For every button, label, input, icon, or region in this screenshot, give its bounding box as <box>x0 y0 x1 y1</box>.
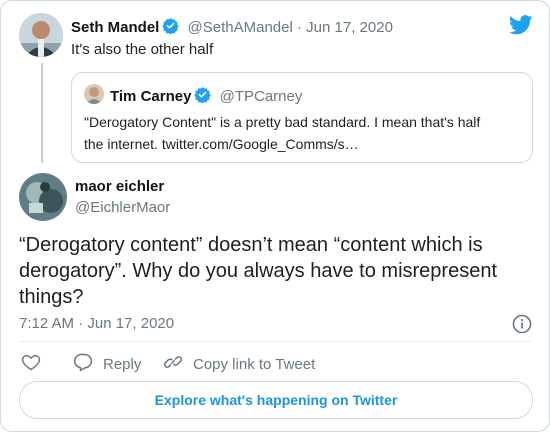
quoted-author-handle: @TPCarney <box>219 88 303 105</box>
reply-button[interactable]: Reply <box>73 353 141 375</box>
quoted-text-line-1: "Derogatory Content" is a pretty bad sta… <box>84 114 481 130</box>
parent-tweet-header: Seth Mandel @SethAMandel · Jun 17, 2020 <box>71 17 393 38</box>
thread-connector-line <box>41 63 43 163</box>
heart-icon <box>21 352 41 376</box>
avatar-maor-eichler[interactable] <box>19 173 67 221</box>
verified-badge-icon <box>162 17 180 38</box>
quoted-tweet[interactable]: Tim Carney @TPCarney "Derogatory Content… <box>71 72 533 163</box>
quoted-tweet-text: "Derogatory Content" is a pretty bad sta… <box>84 111 480 155</box>
quoted-author-name: Tim Carney <box>110 88 192 105</box>
main-author-name[interactable]: maor eichler <box>75 178 164 195</box>
quoted-tweet-header: Tim Carney @TPCarney <box>110 86 302 107</box>
tweet-timestamp[interactable]: 7:12 AM · Jun 17, 2020 <box>19 315 174 332</box>
tweet-date[interactable]: Jun 17, 2020 <box>306 19 393 36</box>
parent-tweet-text: It's also the other half <box>71 41 214 58</box>
like-button[interactable] <box>21 353 41 375</box>
copy-link-button[interactable]: Copy link to Tweet <box>163 353 315 375</box>
info-icon[interactable] <box>512 314 532 339</box>
link-icon <box>163 352 183 376</box>
tweet-card: Seth Mandel @SethAMandel · Jun 17, 2020 … <box>0 0 550 432</box>
avatar-tim-carney <box>84 84 104 104</box>
main-author-handle[interactable]: @EichlerMaor <box>75 199 170 216</box>
main-tweet-text: “Derogatory content” doesn’t mean “conte… <box>19 234 497 308</box>
verified-badge-icon <box>194 86 212 107</box>
quoted-text-line-2: the internet. twitter.com/Google_Comms/s… <box>84 136 359 152</box>
divider <box>19 341 531 342</box>
twitter-bird-icon[interactable] <box>508 15 533 40</box>
author-name[interactable]: Seth Mandel <box>71 19 159 36</box>
reply-icon <box>73 352 93 376</box>
explore-button[interactable]: Explore what's happening on Twitter <box>19 381 533 419</box>
author-handle[interactable]: @SethAMandel <box>188 19 293 36</box>
copy-link-label: Copy link to Tweet <box>193 355 316 373</box>
reply-label: Reply <box>103 355 142 373</box>
separator: · <box>297 19 302 36</box>
avatar-seth-mandel[interactable] <box>19 13 63 57</box>
